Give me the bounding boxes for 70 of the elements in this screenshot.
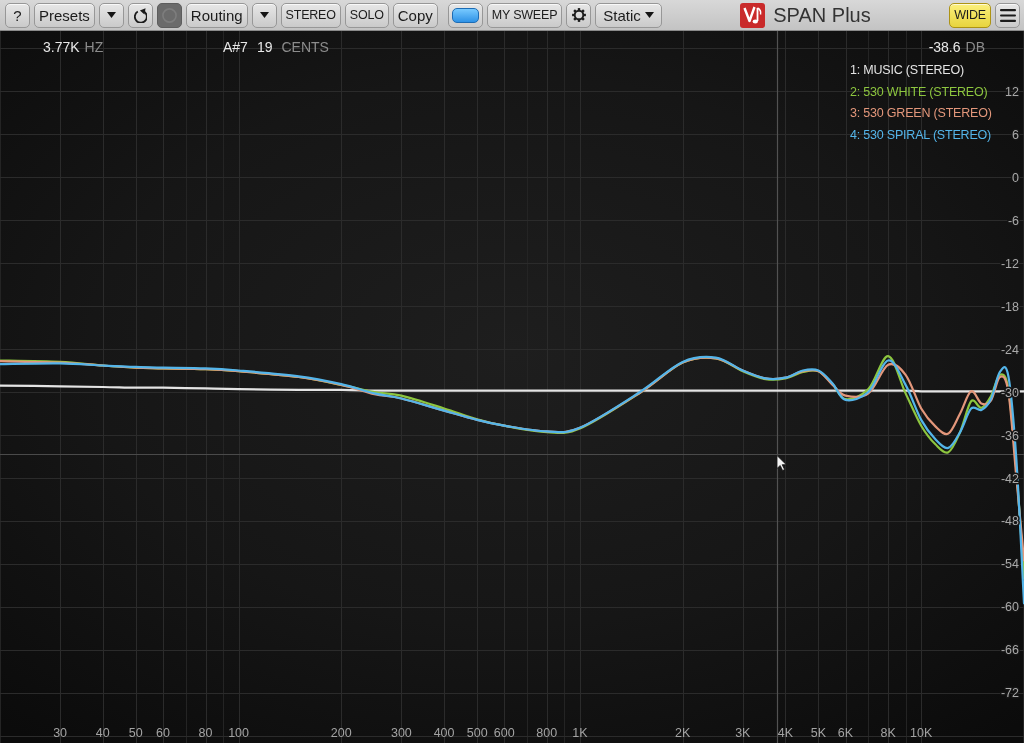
x-axis-label: 8K <box>880 726 896 740</box>
x-axis-label: 600 <box>493 726 515 740</box>
unit-label: DB <box>965 38 985 57</box>
x-axis-label: 500 <box>466 726 488 740</box>
caret-icon <box>259 12 269 18</box>
unit-label: HZ <box>84 38 104 57</box>
app-title: SPAN Plus <box>773 5 871 25</box>
x-axis-label: 400 <box>433 726 455 740</box>
x-axis-label: 2K <box>675 726 691 740</box>
dropdown-button[interactable]: Static <box>595 2 662 28</box>
x-axis-label: 60 <box>155 726 170 740</box>
caret-icon <box>106 12 116 18</box>
y-axis-label: 6 <box>1012 127 1019 142</box>
cents-readout: 19 <box>256 38 273 57</box>
settings-icon <box>570 7 587 23</box>
frequency-readout: 3.77K <box>43 38 80 57</box>
y-axis-label: -72 <box>1000 686 1019 701</box>
toolbar-button[interactable]: MY SWEEP <box>486 2 563 28</box>
y-axis-label: -12 <box>1000 256 1019 271</box>
y-axis-label: 0 <box>1012 170 1019 185</box>
y-axis-label: -60 <box>1000 600 1019 615</box>
legend-entry: 4: 530 SPIRAL (STEREO) <box>850 126 992 144</box>
unit-label: CENTS <box>281 38 329 57</box>
color-button[interactable] <box>447 2 483 28</box>
note-readout: A#7 <box>223 38 248 57</box>
toolbar-button[interactable]: Copy <box>392 2 438 28</box>
x-axis-label: 30 <box>53 726 68 740</box>
y-axis-label: -18 <box>1000 299 1019 314</box>
x-axis-label: 800 <box>536 726 558 740</box>
x-axis-label: 4K <box>777 726 794 740</box>
toggle-button[interactable]: WIDE <box>949 2 991 28</box>
x-axis-label: 40 <box>95 726 110 740</box>
dropdown-button[interactable] <box>251 2 277 28</box>
y-axis-label: -30 <box>1000 385 1019 400</box>
caret-icon <box>644 12 654 18</box>
x-axis-label: 200 <box>330 726 352 740</box>
y-axis-label: -48 <box>1000 514 1019 529</box>
x-axis-label: 300 <box>390 726 412 740</box>
color-swatch-icon <box>451 7 479 23</box>
x-axis-label: 50 <box>128 726 143 740</box>
y-axis-label: -24 <box>1000 342 1019 357</box>
toolbar-button[interactable]: Presets <box>34 2 95 28</box>
y-axis-label: -54 <box>1000 557 1019 572</box>
toolbar-button[interactable]: Routing <box>185 2 248 28</box>
settings-button[interactable] <box>566 2 592 28</box>
menu-button[interactable] <box>995 2 1020 28</box>
legend-entry: 1: MUSIC (STEREO) <box>850 62 965 79</box>
undo-button[interactable] <box>127 2 153 28</box>
y-axis-label: -66 <box>1000 643 1019 658</box>
legend-entry: 3: 530 GREEN (STEREO) <box>850 105 992 123</box>
toolbar-button[interactable]: SOLO <box>344 2 389 28</box>
x-axis-label: 1K <box>572 726 588 740</box>
toolbar-button[interactable]: ? <box>5 2 30 28</box>
toolbar-button[interactable] <box>156 2 182 28</box>
undo-icon <box>133 7 147 23</box>
toolbar-button[interactable]: STEREO <box>280 2 341 28</box>
x-axis-label: 5K <box>810 726 827 740</box>
logo-icon <box>740 2 766 28</box>
x-axis-label: 3K <box>735 726 751 740</box>
y-axis-label: 12 <box>1005 84 1019 99</box>
x-axis-label: 10K <box>910 726 933 740</box>
mouse-pointer-icon <box>776 455 787 471</box>
x-axis-label: 80 <box>198 726 213 740</box>
y-axis-label: -6 <box>1007 213 1019 228</box>
magnitude-readout: -38.6 <box>928 38 961 57</box>
x-axis-label: 100 <box>228 726 250 740</box>
x-axis-label: 6K <box>837 726 854 740</box>
legend-entry: 2: 530 WHITE (STEREO) <box>850 83 989 101</box>
dropdown-button[interactable] <box>98 2 124 28</box>
menu-icon <box>999 8 1016 22</box>
